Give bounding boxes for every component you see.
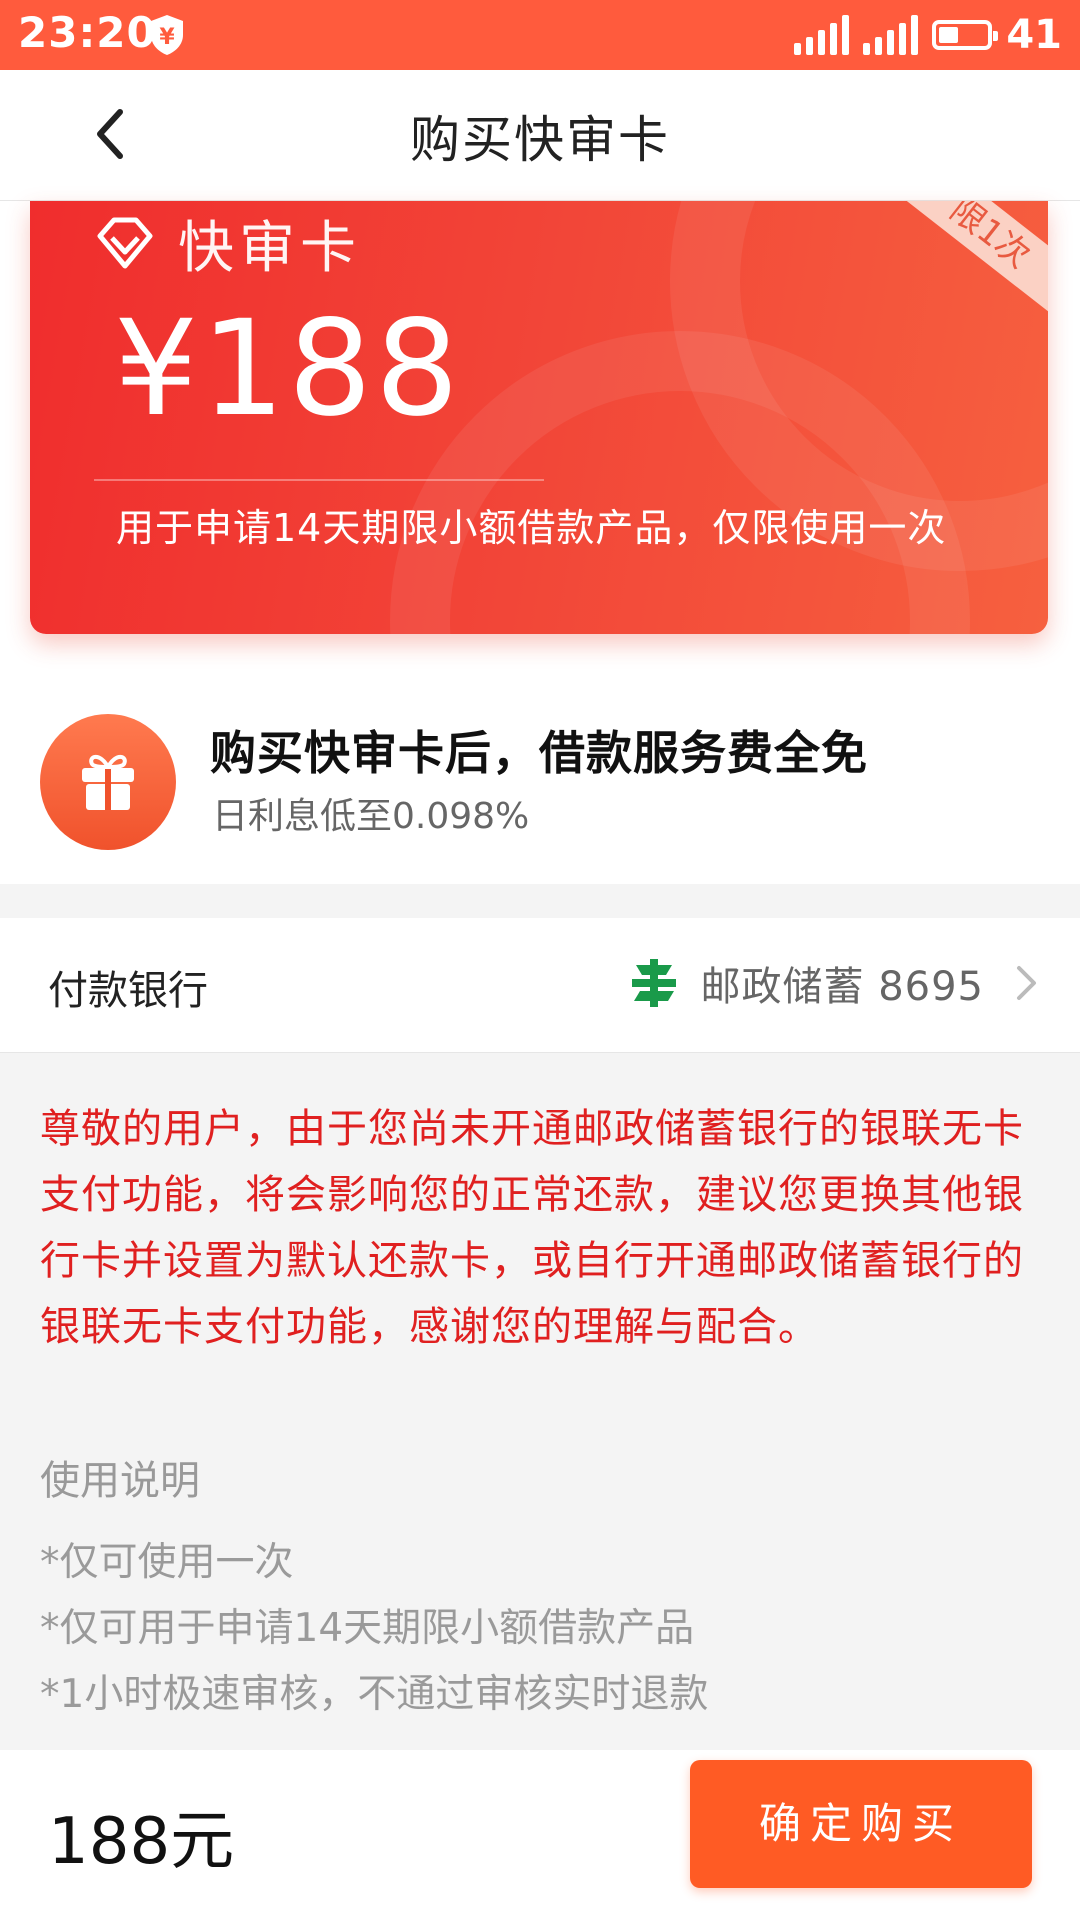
- payment-bank-row[interactable]: 付款银行 邮政储蓄 8695: [0, 918, 1080, 1053]
- card-area: 限1次 快审卡 ¥188 用于申请14天期限小额借款产品，仅限使用一次 购买快审…: [0, 201, 1080, 884]
- chevron-right-icon: [1017, 966, 1036, 1000]
- gift-icon: [82, 754, 134, 810]
- benefit-subtitle: 日利息低至0.098%: [212, 796, 530, 837]
- payment-bank-label: 付款银行: [48, 968, 208, 1014]
- usage-item: *1小时极速审核，不通过审核实时退款: [40, 1672, 709, 1717]
- nav-bar: 购买快审卡: [0, 70, 1080, 201]
- card-title: 快审卡: [178, 216, 361, 281]
- status-indicators: 41: [794, 12, 1062, 58]
- express-review-card: 限1次 快审卡 ¥188 用于申请14天期限小额借款产品，仅限使用一次: [30, 201, 1048, 634]
- confirm-purchase-button[interactable]: 确定购买: [690, 1760, 1032, 1888]
- battery-icon: [932, 20, 999, 50]
- battery-level: 41: [1006, 12, 1062, 58]
- cellular-signal-icon: [863, 15, 919, 55]
- usage-item: *仅可使用一次: [40, 1540, 294, 1585]
- status-time: 23:20: [18, 8, 157, 57]
- card-price: ¥188: [114, 292, 462, 446]
- bank-name: 邮政储蓄 8695: [700, 964, 984, 1010]
- benefit-title: 购买快审卡后，借款服务费全免: [210, 726, 868, 780]
- postal-bank-logo-icon: [632, 959, 677, 1007]
- card-description: 用于申请14天期限小额借款产品，仅限使用一次: [116, 506, 947, 550]
- battery-fill: [939, 27, 959, 43]
- bank-notice: 尊敬的用户，由于您尚未开通邮政储蓄银行的银联无卡支付功能，将会影响您的正常还款，…: [40, 1106, 1024, 1350]
- selected-bank[interactable]: 邮政储蓄 8695: [626, 954, 1040, 1012]
- bottom-bar: 188元 确定购买: [0, 1750, 1080, 1920]
- wifi-signal-icon: [794, 15, 850, 55]
- benefit-badge: [40, 714, 176, 850]
- diamond-icon: [97, 217, 153, 268]
- svg-text:¥: ¥: [159, 25, 175, 50]
- usage-list: *仅可使用一次 *仅可用于申请14天期限小额借款产品 *1小时极速审核，不通过审…: [40, 1530, 708, 1728]
- shield-yen-icon: ¥: [151, 15, 183, 55]
- card-title-row: 快审卡: [94, 203, 361, 284]
- usage-title: 使用说明: [40, 1458, 200, 1504]
- card-divider: [94, 479, 544, 481]
- total-price: 188元: [48, 1805, 235, 1879]
- page-title: 购买快审卡: [410, 111, 670, 169]
- status-bar: 23:20 ¥ 41: [0, 0, 1080, 70]
- usage-item: *仅可用于申请14天期限小额借款产品: [40, 1606, 695, 1651]
